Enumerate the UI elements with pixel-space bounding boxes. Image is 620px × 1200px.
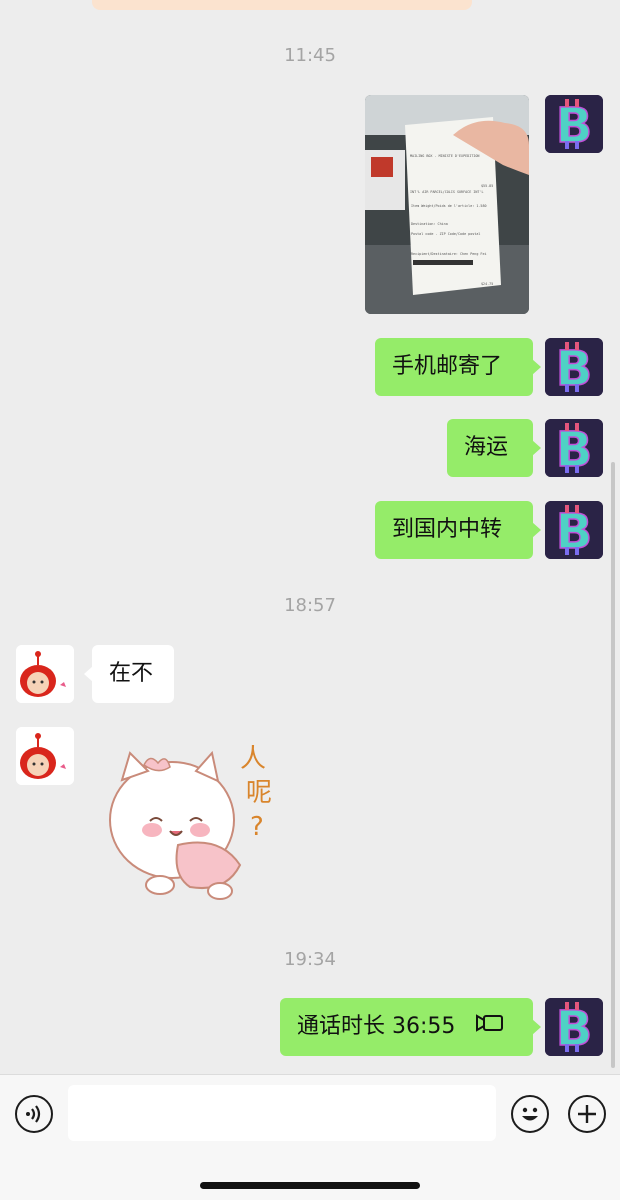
scrollbar[interactable] (611, 462, 615, 1068)
red-doll-avatar-icon (16, 645, 74, 703)
svg-text:$24.75: $24.75 (481, 282, 493, 286)
top-notice-banner (92, 0, 472, 10)
sticker-text-1: 人 (240, 744, 266, 774)
red-doll-avatar-icon (16, 727, 74, 785)
more-button[interactable] (568, 1095, 606, 1133)
my-avatar[interactable]: B (545, 419, 603, 477)
svg-text:Postal code - ZIP Code/Code po: Postal code - ZIP Code/Code postal (411, 232, 480, 236)
message-bubble-sent[interactable]: 到国内中转 (375, 501, 541, 559)
svg-text:Destination: China: Destination: China (411, 222, 448, 226)
receipt-photo-message[interactable]: MAILING BOX - MINISTE D'EXPEDITION INT'L… (365, 95, 529, 314)
sticker-text-3: ? (250, 812, 264, 842)
bitcoin-logo-icon: B (545, 419, 603, 477)
message-input[interactable] (68, 1085, 496, 1141)
video-call-icon (474, 998, 504, 1056)
bitcoin-logo-icon: B (545, 338, 603, 396)
svg-text:$55.85: $55.85 (481, 184, 493, 188)
chat-screen: 11:45 MAILING BOX - MINISTE D'EXPEDITION… (0, 0, 620, 1200)
svg-text:B: B (556, 341, 593, 396)
input-bar (0, 1074, 620, 1200)
contact-avatar[interactable] (16, 727, 74, 785)
voice-icon (26, 1105, 41, 1123)
message-bubble-received[interactable]: 在不 (84, 645, 174, 703)
voice-button[interactable] (15, 1095, 53, 1133)
svg-text:B: B (556, 422, 593, 477)
my-avatar[interactable]: B (545, 95, 603, 153)
timestamp: 18:57 (284, 595, 336, 616)
svg-text:MAILING BOX - MINISTE D'EXPEDI: MAILING BOX - MINISTE D'EXPEDITION (410, 154, 479, 158)
bitcoin-logo-icon: B (545, 998, 603, 1056)
cute-cat-sticker: 人 呢 ? (109, 744, 272, 900)
my-avatar[interactable]: B (545, 338, 603, 396)
call-record-bubble[interactable]: 通话时长 36:55 (280, 998, 541, 1056)
sticker-message[interactable]: 人 呢 ? (100, 735, 290, 910)
emoji-button[interactable] (511, 1095, 549, 1133)
plus-icon (578, 1105, 596, 1123)
svg-text:INT'L AIR PARCEL/COLIS SURFACE: INT'L AIR PARCEL/COLIS SURFACE INT'L (410, 190, 484, 194)
svg-text:B: B (556, 98, 593, 153)
call-duration-text: 通话时长 36:55 (297, 1014, 456, 1039)
my-avatar[interactable]: B (545, 998, 603, 1056)
svg-text:Recipient/Destinataire: Chen P: Recipient/Destinataire: Chen Peng Fei (411, 252, 487, 256)
svg-text:B: B (556, 504, 593, 559)
my-avatar[interactable]: B (545, 501, 603, 559)
svg-text:Item Weight/Poids de l'article: Item Weight/Poids de l'article: 1.580 (411, 204, 487, 208)
bitcoin-logo-icon: B (545, 95, 603, 153)
message-bubble-sent[interactable]: 海运 (447, 419, 541, 477)
message-bubble-sent[interactable]: 手机邮寄了 (375, 338, 541, 396)
bitcoin-logo-icon: B (545, 501, 603, 559)
contact-avatar[interactable] (16, 645, 74, 703)
emoji-icon (522, 1107, 538, 1121)
timestamp: 19:34 (284, 949, 336, 970)
receipt-photo: MAILING BOX - MINISTE D'EXPEDITION INT'L… (365, 95, 529, 314)
timestamp: 11:45 (284, 45, 336, 66)
sticker-text-2: 呢 (246, 778, 272, 808)
svg-text:B: B (556, 1001, 593, 1056)
home-indicator[interactable] (200, 1182, 420, 1189)
